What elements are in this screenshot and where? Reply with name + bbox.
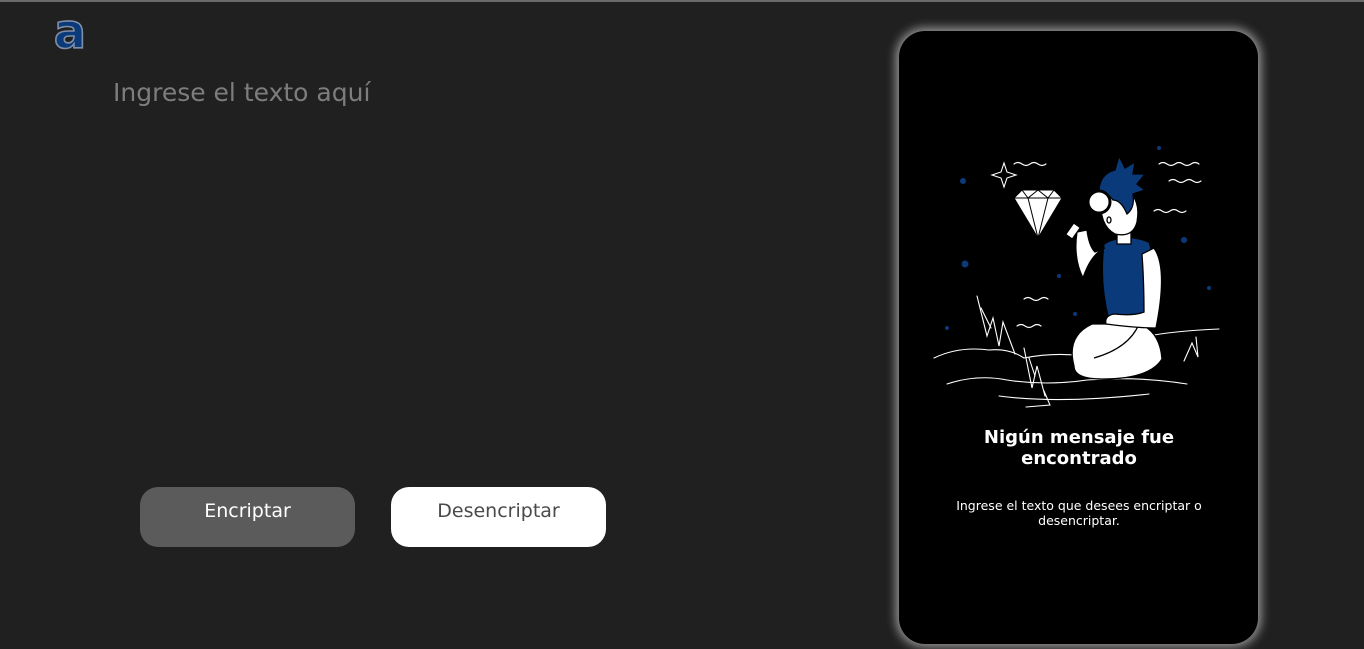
text-input[interactable] [113,78,813,458]
top-border [0,0,1364,2]
decrypt-button[interactable]: Desencriptar [391,487,606,547]
empty-result-subtitle: Ingrese el texto que desees encriptar o … [956,498,1202,528]
result-panel: Nigún mensaje fue encontrado Ingrese el … [899,31,1258,644]
person-with-magnifier-diamond-illustration [933,146,1220,408]
logo-a-icon[interactable]: a [50,4,90,56]
encrypt-button[interactable]: Encriptar [140,487,355,547]
logo-letter: a [54,4,86,56]
empty-result-title: Nigún mensaje fue encontrado [983,427,1175,469]
